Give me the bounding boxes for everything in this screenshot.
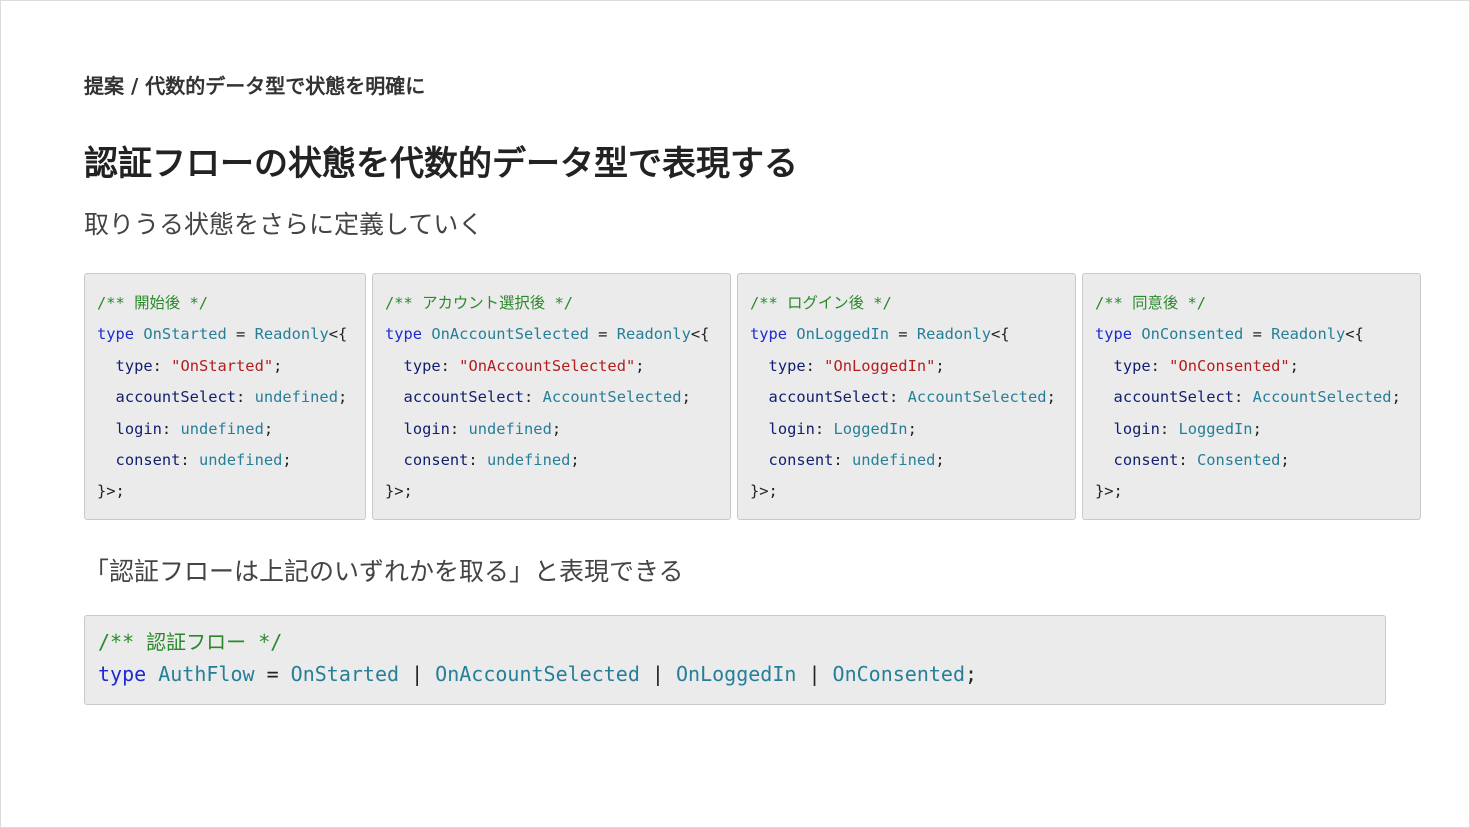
code-block-on-consented: /** 同意後 */ type OnConsented = Readonly<{… [1082,273,1421,520]
type-value: AccountSelected [542,388,682,407]
page-title: 認証フローの状態を代数的データ型で表現する [84,144,798,184]
keyword: type [750,325,788,344]
code-comment: /** 開始後 */ [97,294,209,312]
code-comment: /** ログイン後 */ [750,294,892,312]
union-member: OnAccountSelected [435,662,640,686]
union-member: OnStarted [290,662,400,686]
type-readonly: Readonly [916,325,991,344]
property: login [768,419,815,438]
property: accountSelect [768,388,890,407]
breadcrumb: 提案 / 代数的データ型で状態を明確に [84,74,426,98]
property: type [768,356,806,375]
union-member: OnConsented [832,662,965,686]
type-value: undefined [851,451,936,470]
property: consent [1113,451,1179,470]
string-literal: "OnStarted" [171,356,274,375]
string-literal: "OnConsented" [1169,356,1290,375]
keyword: type [97,325,135,344]
type-readonly: Readonly [1271,325,1346,344]
subtitle: 取りうる状態をさらに定義していく [84,210,484,239]
code-block-auth-flow: /** 認証フロー */ type AuthFlow = OnStarted |… [84,615,1386,705]
code-text: /** 認証フロー */ type AuthFlow = OnStarted |… [98,630,978,686]
type-value: undefined [468,419,552,438]
code-block-on-started: /** 開始後 */ type OnStarted = Readonly<{ t… [84,273,366,520]
code-text: /** ログイン後 */ type OnLoggedIn = Readonly<… [750,294,1056,501]
code-comment: /** 認証フロー */ [98,630,283,654]
string-literal: "OnAccountSelected" [459,356,636,375]
property: consent [115,451,181,470]
type-value: AccountSelected [907,388,1047,407]
code-comment: /** 同意後 */ [1095,294,1207,312]
property: consent [768,451,834,470]
code-block-on-account-selected: /** アカウント選択後 */ type OnAccountSelected =… [372,273,731,520]
keyword: type [98,662,147,686]
type-value: undefined [254,388,338,407]
code-text: /** アカウント選択後 */ type OnAccountSelected =… [385,294,710,501]
type-value: undefined [180,419,264,438]
property: consent [403,451,469,470]
type-value: undefined [486,451,571,470]
type-name: OnStarted [143,325,227,344]
union-member: OnLoggedIn [676,662,797,686]
type-name: AuthFlow [158,662,255,686]
property: accountSelect [403,388,525,407]
type-value: AccountSelected [1252,388,1392,407]
code-block-on-logged-in: /** ログイン後 */ type OnLoggedIn = Readonly<… [737,273,1076,520]
type-value: LoggedIn [1178,419,1253,438]
type-readonly: Readonly [616,325,691,344]
union-note: 「認証フローは上記のいずれかを取る」と表現できる [84,557,684,586]
type-value: Consented [1196,451,1281,470]
property: accountSelect [115,388,237,407]
string-literal: "OnLoggedIn" [824,356,936,375]
property: login [115,419,162,438]
code-comment: /** アカウント選択後 */ [385,294,573,312]
type-value: undefined [198,451,283,470]
keyword: type [1095,325,1133,344]
code-text: /** 同意後 */ type OnConsented = Readonly<{… [1095,294,1401,501]
type-name: OnAccountSelected [431,325,589,344]
keyword: type [385,325,423,344]
property: type [1113,356,1151,375]
type-readonly: Readonly [254,325,329,344]
property: type [115,356,153,375]
property: login [1113,419,1160,438]
type-name: OnConsented [1141,325,1244,344]
property: accountSelect [1113,388,1235,407]
type-name: OnLoggedIn [796,325,890,344]
property: type [403,356,441,375]
code-text: /** 開始後 */ type OnStarted = Readonly<{ t… [97,294,348,501]
type-value: LoggedIn [833,419,908,438]
property: login [403,419,450,438]
